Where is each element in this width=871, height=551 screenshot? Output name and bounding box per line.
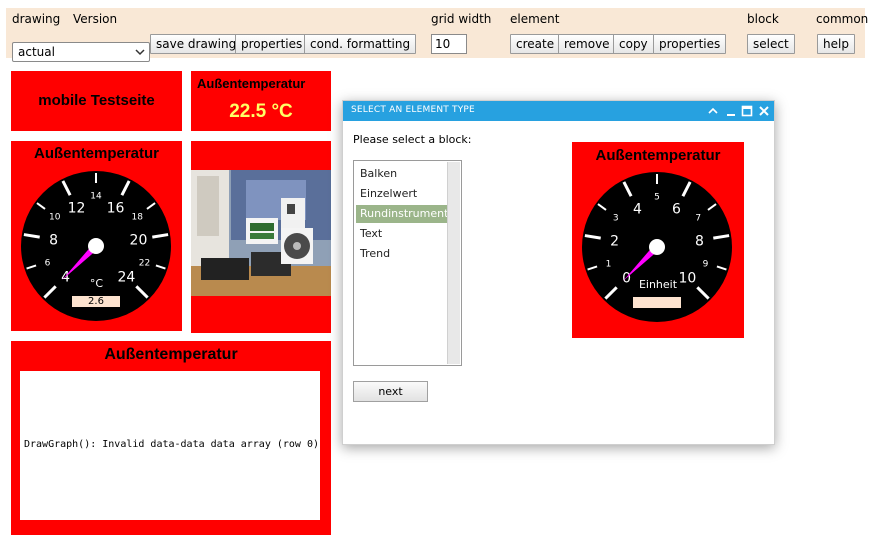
title-widget-text: mobile Testseite (38, 92, 155, 109)
preview-gauge-value-box (633, 297, 681, 308)
graph-widget[interactable]: Außentemperatur DrawGraph(): Invalid dat… (11, 341, 331, 535)
value-widget-value: 22.5 °C (229, 101, 293, 122)
version-select-value: actual (18, 45, 55, 59)
collapse-icon[interactable] (706, 104, 720, 118)
list-item-rundinstrument[interactable]: Rundinstrument (356, 205, 448, 223)
g1-tick-label: 6 (45, 258, 51, 268)
save-drawing-button[interactable]: save drawing (150, 34, 243, 54)
g2-tick-label: 4 (633, 202, 642, 218)
value-widget[interactable]: Außentemperatur 22.5 °C (191, 71, 331, 131)
list-item-text[interactable]: Text (356, 225, 448, 243)
next-button[interactable]: next (353, 381, 428, 402)
value-widget-title: Außentemperatur (197, 76, 306, 91)
common-label: common (816, 12, 869, 26)
graph-canvas: DrawGraph(): Invalid data-data data arra… (20, 371, 320, 520)
gauge-unit: °C (89, 277, 104, 290)
chevron-down-icon (135, 49, 145, 56)
gauge-value-box: 2.6 (72, 296, 120, 307)
workstation-photo (191, 170, 331, 296)
g1-tick-label: 20 (130, 232, 148, 248)
copy-button[interactable]: copy (613, 34, 654, 54)
dialog-prompt: Please select a block: (353, 133, 472, 146)
version-select[interactable]: actual (12, 42, 150, 62)
preview-gauge-widget: Außentemperatur 0 1 2 3 4 5 6 7 8 9 10 Einheit (572, 142, 744, 338)
grid-width-label: grid width (431, 12, 492, 26)
image-widget[interactable] (191, 141, 331, 333)
g1-tick-label: 22 (139, 258, 150, 268)
g2-tick-label: 8 (695, 233, 704, 249)
drawing-properties-button[interactable]: properties (235, 34, 309, 54)
g2-tick-label: 9 (703, 259, 709, 269)
dialog-titlebar[interactable]: SELECT AN ELEMENT TYPE (343, 101, 774, 121)
graph-widget-title: Außentemperatur (104, 346, 238, 363)
block-type-list[interactable]: Balken Einzelwert Rundinstrument Text Tr… (353, 160, 462, 366)
preview-gauge-dial: 012345678910 (582, 172, 732, 322)
g1-tick-label: 8 (49, 232, 58, 248)
maximize-icon[interactable] (740, 104, 754, 118)
g2-tick-label: 5 (654, 193, 660, 203)
g2-tick-label: 7 (695, 214, 701, 224)
list-item-balken[interactable]: Balken (356, 165, 448, 183)
g1-tick-label: 10 (49, 213, 61, 223)
cond-formatting-button[interactable]: cond. formatting (304, 34, 417, 54)
help-button[interactable]: help (817, 34, 855, 54)
select-block-button[interactable]: select (747, 34, 795, 54)
gauge-widget[interactable]: Außentemperatur 4 6 8 10 12 14 16 18 20 22 24 °C 2… (11, 141, 182, 331)
drawing-label: drawing (12, 12, 61, 26)
list-item-trend[interactable]: Trend (356, 245, 448, 263)
g2-tick-label: 3 (613, 214, 619, 224)
list-item-einzelwert[interactable]: Einzelwert (356, 185, 448, 203)
g2-tick-label: 2 (610, 233, 619, 249)
g1-tick-label: 18 (132, 213, 144, 223)
create-button[interactable]: create (510, 34, 561, 54)
g1-tick-label: 12 (68, 201, 86, 217)
g2-tick-label: 6 (672, 202, 681, 218)
toolbar: drawing Version actual save drawing prop… (6, 8, 869, 62)
title-widget[interactable]: mobile Testseite (11, 71, 182, 131)
close-icon[interactable] (757, 104, 771, 118)
remove-button[interactable]: remove (558, 34, 616, 54)
grid-width-input[interactable]: 10 (431, 34, 467, 54)
select-element-dialog: SELECT AN ELEMENT TYPE Please select a b… (342, 100, 775, 445)
g1-tick-label: 16 (107, 201, 125, 217)
list-scrollbar[interactable] (447, 162, 460, 364)
element-properties-button[interactable]: properties (653, 34, 727, 54)
g1-tick-label: 14 (90, 192, 102, 202)
preview-gauge-unit: Einheit (638, 278, 678, 291)
block-label: block (747, 12, 779, 26)
version-label: Version (73, 12, 118, 26)
graph-error-message: DrawGraph(): Invalid data-data data arra… (24, 439, 320, 450)
minimize-icon[interactable] (724, 104, 738, 118)
g2-tick-label: 1 (606, 259, 612, 269)
dialog-title: SELECT AN ELEMENT TYPE (351, 105, 475, 115)
element-label: element (510, 12, 560, 26)
